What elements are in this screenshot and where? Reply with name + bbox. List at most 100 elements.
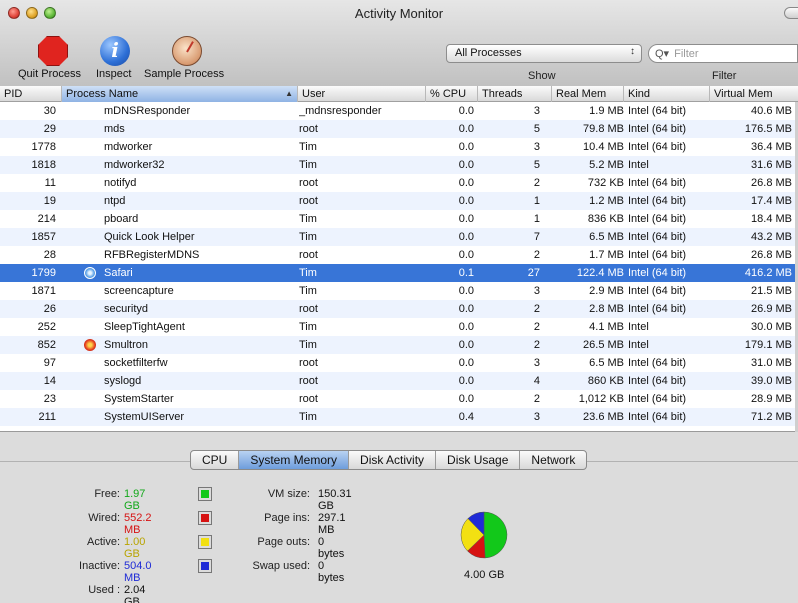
cell-user: Tim	[299, 231, 317, 243]
column-header-virtual-mem[interactable]: Virtual Mem	[710, 86, 798, 102]
memory-used-value: 2.04 GB	[124, 584, 146, 603]
cell-process-name: mds	[104, 123, 125, 135]
cell-user: Tim	[299, 321, 317, 333]
table-row[interactable]: 26 securityd root 0.0 2 2.8 MB Intel (64 bit) 2…	[0, 300, 798, 318]
table-row[interactable]: 14 syslogd root 0.0 4 860 KB Intel (64 bit) 39.…	[0, 372, 798, 390]
cell-threads: 2	[533, 177, 540, 189]
cell-user: Tim	[299, 159, 317, 171]
cell-pid: 30	[43, 105, 56, 117]
cell-kind: Intel (64 bit)	[628, 357, 687, 369]
free-color-swatch[interactable]	[198, 487, 212, 501]
process-table: PID Process Name ▲ User % CPU Threads Re…	[0, 86, 798, 432]
page-ins-value: 297.1 MB	[318, 512, 346, 536]
cell-threads: 3	[533, 411, 540, 423]
table-row[interactable]: 1799 Safari Tim 0.1 27 122.4 MB Intel (64 bit)…	[0, 264, 798, 282]
cell-real-mem: 1,012 KB	[578, 393, 624, 405]
cell-threads: 27	[527, 267, 540, 279]
show-processes-value: All Processes	[455, 47, 522, 59]
table-row[interactable]: 97 socketfilterfw root 0.0 3 6.5 MB Intel (64 …	[0, 354, 798, 372]
cell-pid: 1871	[31, 285, 56, 297]
cell-threads: 7	[533, 231, 540, 243]
cell-real-mem: 10.4 MB	[583, 141, 624, 153]
inactive-color-swatch[interactable]	[198, 559, 212, 573]
window-title: Activity Monitor	[354, 6, 444, 21]
cell-threads: 1	[533, 195, 540, 207]
filter-search-field[interactable]: Q▾ Filter	[648, 44, 798, 63]
table-row[interactable]: 23 SystemStarter root 0.0 2 1,012 KB Intel (64…	[0, 390, 798, 408]
active-color-swatch[interactable]	[198, 535, 212, 549]
cell-real-mem: 1.2 MB	[589, 195, 624, 207]
cell-user: root	[299, 123, 318, 135]
cell-virtual-mem: 28.9 MB	[751, 393, 792, 405]
cell-virtual-mem: 39.0 MB	[751, 375, 792, 387]
cell-real-mem: 79.8 MB	[583, 123, 624, 135]
memory-free-label: Free:	[94, 488, 120, 500]
cell-cpu: 0.0	[458, 375, 474, 387]
table-row[interactable]: 19 ntpd root 0.0 1 1.2 MB Intel (64 bit) 17.4 M…	[0, 192, 798, 210]
cell-user: Tim	[299, 267, 317, 279]
column-header-cpu[interactable]: % CPU	[426, 86, 478, 102]
cell-kind: Intel (64 bit)	[628, 267, 687, 279]
table-row[interactable]: 211 SystemUIServer Tim 0.4 3 23.6 MB Intel (64…	[0, 408, 798, 426]
cell-threads: 1	[533, 213, 540, 225]
pie-slice-free	[483, 511, 508, 559]
cell-threads: 2	[533, 393, 540, 405]
cell-threads: 3	[533, 357, 540, 369]
table-row[interactable]: 252 SleepTightAgent Tim 0.0 2 4.1 MB Intel 30.0…	[0, 318, 798, 336]
cell-virtual-mem: 17.4 MB	[751, 195, 792, 207]
cell-threads: 4	[533, 375, 540, 387]
cell-virtual-mem: 30.0 MB	[751, 321, 792, 333]
cell-cpu: 0.0	[458, 213, 474, 225]
cell-cpu: 0.0	[458, 231, 474, 243]
filter-label: Filter	[712, 70, 737, 82]
page-ins-label: Page ins:	[264, 512, 310, 524]
tab-system-memory[interactable]: System Memory	[239, 451, 350, 469]
tab-disk-activity[interactable]: Disk Activity	[349, 451, 437, 469]
table-row[interactable]: 1818 mdworker32 Tim 0.0 5 5.2 MB Intel 31.6 MB	[0, 156, 798, 174]
column-header-process-name[interactable]: Process Name ▲	[62, 86, 298, 102]
wired-color-swatch[interactable]	[198, 511, 212, 525]
cell-cpu: 0.0	[458, 105, 474, 117]
table-row[interactable]: 1871 screencapture Tim 0.0 3 2.9 MB Intel (64 …	[0, 282, 798, 300]
cell-virtual-mem: 21.5 MB	[751, 285, 792, 297]
cell-virtual-mem: 26.8 MB	[751, 249, 792, 261]
column-header-user[interactable]: User	[298, 86, 426, 102]
column-header-real-mem[interactable]: Real Mem	[552, 86, 624, 102]
table-row[interactable]: 1857 Quick Look Helper Tim 0.0 7 6.5 MB Intel …	[0, 228, 798, 246]
smultron-icon	[84, 339, 96, 351]
table-row[interactable]: 11 notifyd root 0.0 2 732 KB Intel (64 bit) 26.…	[0, 174, 798, 192]
cell-threads: 2	[533, 339, 540, 351]
table-row[interactable]: 852 Smultron Tim 0.0 2 26.5 MB Intel 179.1 MB	[0, 336, 798, 354]
table-header: PID Process Name ▲ User % CPU Threads Re…	[0, 86, 798, 102]
cell-threads: 3	[533, 285, 540, 297]
cell-process-name: Quick Look Helper	[104, 231, 195, 243]
swap-used-label: Swap used:	[252, 560, 310, 572]
cell-pid: 11	[44, 177, 56, 189]
table-row[interactable]: 30 mDNSResponder _mdnsresponder 0.0 3 1.9 MB I…	[0, 102, 798, 120]
cell-kind: Intel (64 bit)	[628, 177, 687, 189]
toolbar-toggle-button[interactable]	[784, 7, 798, 19]
cell-real-mem: 4.1 MB	[589, 321, 624, 333]
column-header-threads[interactable]: Threads	[478, 86, 552, 102]
cell-cpu: 0.0	[458, 393, 474, 405]
show-processes-popup[interactable]: All Processes ↕	[446, 44, 642, 63]
table-row[interactable]: 28 RFBRegisterMDNS root 0.0 2 1.7 MB Intel (64…	[0, 246, 798, 264]
tab-disk-usage[interactable]: Disk Usage	[436, 451, 521, 469]
cell-cpu: 0.0	[458, 141, 474, 153]
memory-free-value: 1.97 GB	[124, 488, 146, 512]
cell-virtual-mem: 179.1 MB	[744, 339, 792, 351]
info-icon: i	[100, 36, 130, 66]
cell-pid: 1799	[31, 267, 56, 279]
cell-user: _mdnsresponder	[299, 105, 382, 117]
cell-pid: 19	[43, 195, 56, 207]
memory-inactive-value: 504.0 MB	[124, 560, 152, 584]
table-row[interactable]: 1778 mdworker Tim 0.0 3 10.4 MB Intel (64 bit)…	[0, 138, 798, 156]
column-header-pid[interactable]: PID	[0, 86, 62, 102]
table-row[interactable]: 29 mds root 0.0 5 79.8 MB Intel (64 bit) 176.5 …	[0, 120, 798, 138]
tab-network[interactable]: Network	[520, 451, 586, 469]
column-header-kind[interactable]: Kind	[624, 86, 710, 102]
table-row[interactable]: 214 pboard Tim 0.0 1 836 KB Intel (64 bit) 18.4…	[0, 210, 798, 228]
tab-cpu[interactable]: CPU	[191, 451, 240, 469]
vm-size-value: 150.31 GB	[318, 488, 352, 512]
quit-process-label: Quit Process	[18, 68, 81, 80]
